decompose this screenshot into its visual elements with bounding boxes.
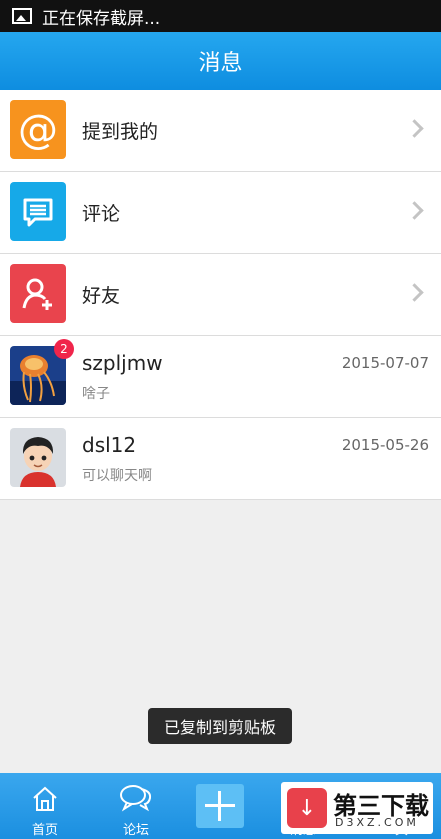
menu-item-label: 好友 [82, 285, 121, 307]
chevron-right-icon [405, 283, 424, 302]
message-item[interactable]: 2 szpljmw 啥子 2015-07-07 [0, 336, 441, 418]
menu-item-mentions[interactable]: @ 提到我的 [0, 90, 441, 172]
page-title: 消息 [0, 32, 441, 90]
toast: 已复制到剪贴板 [148, 708, 292, 744]
message-item[interactable]: dsl12 可以聊天啊 2015-05-26 [0, 418, 441, 500]
at-icon: @ [10, 100, 66, 159]
message-list: @ 提到我的 评论 好友 2 szpljmw 啥子 2015-07-07 dsl… [0, 90, 441, 500]
status-bar: 正在保存截屏... [0, 0, 441, 32]
message-date: 2015-05-26 [341, 436, 429, 454]
menu-item-friends[interactable]: 好友 [0, 254, 441, 336]
tab-label: 首页 [31, 823, 58, 838]
home-icon [33, 786, 57, 811]
unread-badge: 2 [54, 339, 74, 359]
image-icon [12, 8, 32, 24]
sender-name: dsl12 [82, 433, 137, 457]
watermark-domain: D3XZ.COM [335, 816, 419, 829]
add-friend-icon [10, 264, 66, 323]
watermark: ↓ 第三下载 D3XZ.COM [281, 782, 433, 834]
tab-forum[interactable]: 论坛 [101, 781, 171, 839]
forum-icon [120, 785, 152, 812]
tab-home[interactable]: 首页 [10, 781, 80, 839]
sender-name: szpljmw [82, 351, 163, 375]
chevron-right-icon [405, 201, 424, 220]
message-preview: 啥子 [82, 386, 110, 402]
menu-item-comments[interactable]: 评论 [0, 172, 441, 254]
message-preview: 可以聊天啊 [82, 468, 152, 484]
message-date: 2015-07-07 [341, 354, 429, 372]
cartoon-boy-avatar [10, 428, 66, 487]
watermark-logo-icon: ↓ [287, 788, 327, 828]
comment-icon [10, 182, 66, 241]
menu-item-label: 评论 [82, 203, 121, 225]
menu-item-label: 提到我的 [82, 121, 159, 143]
chevron-right-icon [405, 119, 424, 138]
tab-label: 论坛 [122, 823, 149, 838]
status-text: 正在保存截屏... [42, 8, 161, 29]
plus-icon[interactable] [196, 784, 244, 828]
